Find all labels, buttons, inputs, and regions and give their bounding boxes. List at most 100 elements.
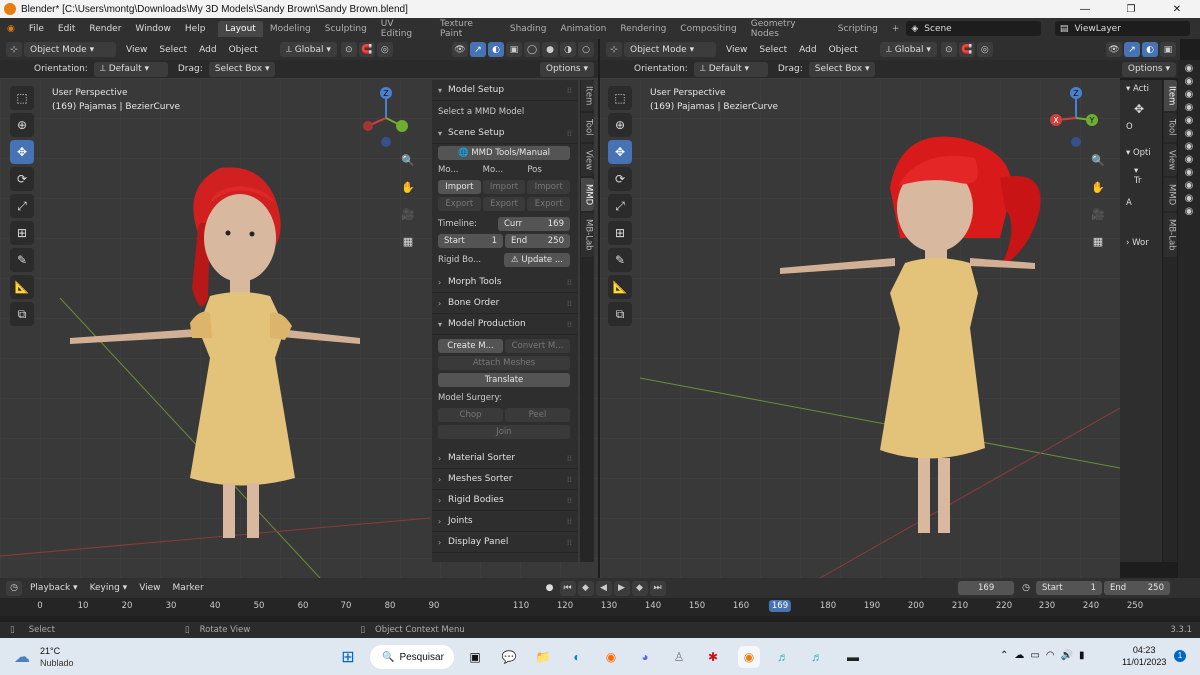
add-cube-tool-icon[interactable]: ⧉ — [10, 302, 34, 326]
measure-tool-icon[interactable]: 📐 — [608, 275, 632, 299]
play-icon[interactable]: ▶ — [613, 580, 630, 596]
panel-model-production[interactable]: ▾ Model Production ⁞⁞ — [432, 314, 578, 335]
menu-help[interactable]: Help — [178, 24, 213, 34]
move-tool-icon[interactable]: ✥ — [608, 140, 632, 164]
tab-geometry-nodes[interactable]: Geometry Nodes — [744, 16, 831, 42]
overlay-toggle-icon[interactable]: ◐ — [488, 42, 504, 57]
app-splat-icon[interactable]: ✱ — [702, 646, 724, 668]
snap-icon[interactable]: 🧲 — [958, 42, 975, 57]
task-view-icon[interactable]: ▣ — [464, 646, 486, 668]
proportional-edit-icon[interactable]: ◎ — [376, 42, 393, 57]
camera-visibility-icons[interactable]: ◉ ◉ ◉ ◉ ◉ ◉ ◉ ◉ ◉ ◉ ◉ ◉ — [1178, 60, 1200, 218]
tab-mb-lab[interactable]: MB-Lab — [1163, 213, 1177, 257]
transform-orientation-select[interactable]: ⟂ Global ▾ — [279, 42, 337, 57]
join-button[interactable]: Join — [438, 425, 570, 439]
transform-orientation-select[interactable]: ⟂ Global ▾ — [879, 42, 937, 57]
peel-button[interactable]: Peel — [505, 408, 570, 422]
options-button[interactable]: Options ▾ — [539, 61, 594, 77]
options-button[interactable]: Options ▾ — [1121, 61, 1176, 77]
playback-menu[interactable]: Playback ▾ — [24, 583, 84, 593]
create-model-button[interactable]: Create M... — [438, 339, 503, 353]
system-tray-icons[interactable]: ⌃☁▭◠🔊▮ — [1000, 650, 1091, 661]
menu-add[interactable]: Add — [793, 45, 822, 55]
tab-shading[interactable]: Shading — [503, 21, 554, 37]
export-pose-button[interactable]: Export — [527, 197, 571, 211]
current-frame-input[interactable]: 169 — [958, 581, 1015, 595]
clock[interactable]: 04:23 11/01/2023 — [1122, 644, 1166, 668]
import-model-button[interactable]: Import — [438, 180, 481, 194]
playhead-frame[interactable]: 169 — [768, 600, 792, 612]
minimize-button[interactable]: — — [1062, 4, 1108, 15]
panel-options[interactable]: ▾ Opti — [1120, 134, 1162, 162]
move-tool-icon[interactable]: ✥ — [10, 140, 34, 164]
add-cube-tool-icon[interactable]: ⧉ — [608, 302, 632, 326]
visibility-icon[interactable]: 👁 — [1106, 42, 1122, 57]
proportional-edit-icon[interactable]: ◎ — [976, 42, 993, 57]
panel-workspace[interactable]: › Wor — [1120, 216, 1162, 252]
timeline-start-field[interactable]: Start 1 — [1036, 581, 1102, 595]
tab-item[interactable]: Item — [580, 80, 594, 112]
rotate-tool-icon[interactable]: ⟳ — [608, 167, 632, 191]
chat-icon[interactable]: 💬 — [498, 646, 520, 668]
navigation-gizmo[interactable]: Z — [356, 84, 416, 150]
firefox-icon[interactable]: ◉ — [600, 646, 622, 668]
tab-layout[interactable]: Layout — [218, 20, 263, 37]
menu-view[interactable]: View — [120, 45, 153, 55]
current-frame-field[interactable]: Curr 169 — [498, 217, 570, 231]
transform-tool-icon[interactable]: ⊞ — [10, 221, 34, 245]
tab-view[interactable]: View — [1163, 143, 1177, 177]
marker-menu[interactable]: Marker — [167, 583, 210, 593]
measure-tool-icon[interactable]: 📐 — [10, 275, 34, 299]
file-explorer-icon[interactable]: 📁 — [532, 646, 554, 668]
tab-mb-lab[interactable]: MB-Lab — [580, 213, 594, 257]
miku-app-2-icon[interactable]: ♬ — [806, 646, 828, 668]
zoom-icon[interactable]: 🔍 — [1088, 150, 1108, 170]
timeline-view-menu[interactable]: View — [133, 583, 166, 593]
panel-morph-tools[interactable]: › Morph Tools ⁞⁞ — [432, 272, 578, 293]
editor-type-icon[interactable]: ⊹ — [6, 42, 22, 57]
record-icon[interactable]: ● — [540, 583, 560, 593]
menu-window[interactable]: Window — [128, 24, 178, 34]
tab-tool[interactable]: Tool — [580, 113, 594, 142]
panel-rigid-bodies[interactable]: › Rigid Bodies ⁞⁞ — [432, 490, 578, 511]
tab-modeling[interactable]: Modeling — [263, 21, 318, 37]
xray-icon[interactable]: ▣ — [1160, 42, 1176, 57]
zoom-icon[interactable]: 🔍 — [398, 150, 418, 170]
drag-select[interactable]: Select Box ▾ — [808, 61, 876, 77]
wireframe-shading-icon[interactable]: ◯ — [524, 42, 540, 57]
weather-cloud-icon[interactable]: ☁ — [14, 647, 30, 667]
solid-shading-icon[interactable]: ● — [542, 42, 558, 57]
gizmo-toggle-icon[interactable]: ↗ — [470, 42, 486, 57]
blender-taskbar-icon[interactable]: ◉ — [738, 646, 760, 668]
panel-bone-order[interactable]: › Bone Order ⁞⁞ — [432, 293, 578, 314]
tab-scripting[interactable]: Scripting — [831, 21, 885, 37]
menu-render[interactable]: Render — [82, 24, 128, 34]
maximize-button[interactable]: ❐ — [1108, 4, 1154, 15]
miku-app-icon[interactable]: ♬ — [772, 646, 794, 668]
pan-hand-icon[interactable]: ✋ — [1088, 177, 1108, 197]
keying-menu[interactable]: Keying ▾ — [84, 583, 134, 593]
scale-tool-icon[interactable]: ⤢ — [10, 194, 34, 218]
camera-icon[interactable]: 🎥 — [398, 204, 418, 224]
panel-model-setup[interactable]: ▾ Model Setup ⁞⁞ — [432, 80, 578, 101]
attach-meshes-button[interactable]: Attach Meshes — [438, 356, 570, 370]
jump-start-icon[interactable]: ⏮ — [559, 580, 576, 596]
export-motion-button[interactable]: Export — [482, 197, 526, 211]
close-button[interactable]: ✕ — [1154, 4, 1200, 15]
gizmo-toggle-icon[interactable]: ↗ — [1124, 42, 1140, 57]
start-windows-icon[interactable]: ⊞ — [337, 646, 359, 668]
grid-view-icon[interactable]: ▦ — [398, 231, 418, 251]
visibility-icon[interactable]: 👁 — [452, 42, 468, 57]
mode-select[interactable]: Object Mode ▾ — [624, 42, 716, 57]
mmd-tools-manual-button[interactable]: 🌐 MMD Tools/Manual — [438, 146, 570, 160]
tab-tool[interactable]: Tool — [1163, 113, 1177, 142]
panel-scene-setup[interactable]: ▾ Scene Setup ⁞⁞ — [432, 123, 578, 144]
panel-transform[interactable]: ▾ Tr — [1120, 162, 1162, 190]
menu-file[interactable]: File — [22, 24, 51, 34]
menu-edit[interactable]: Edit — [51, 24, 82, 34]
start-frame-field[interactable]: Start 1 — [438, 234, 503, 248]
tab-item[interactable]: Item — [1163, 80, 1177, 112]
timeline-editor-icon[interactable]: ◷ — [6, 580, 22, 596]
end-frame-field[interactable]: End 250 — [505, 234, 570, 248]
search-box[interactable]: 🔍 Pesquisar — [370, 645, 454, 669]
